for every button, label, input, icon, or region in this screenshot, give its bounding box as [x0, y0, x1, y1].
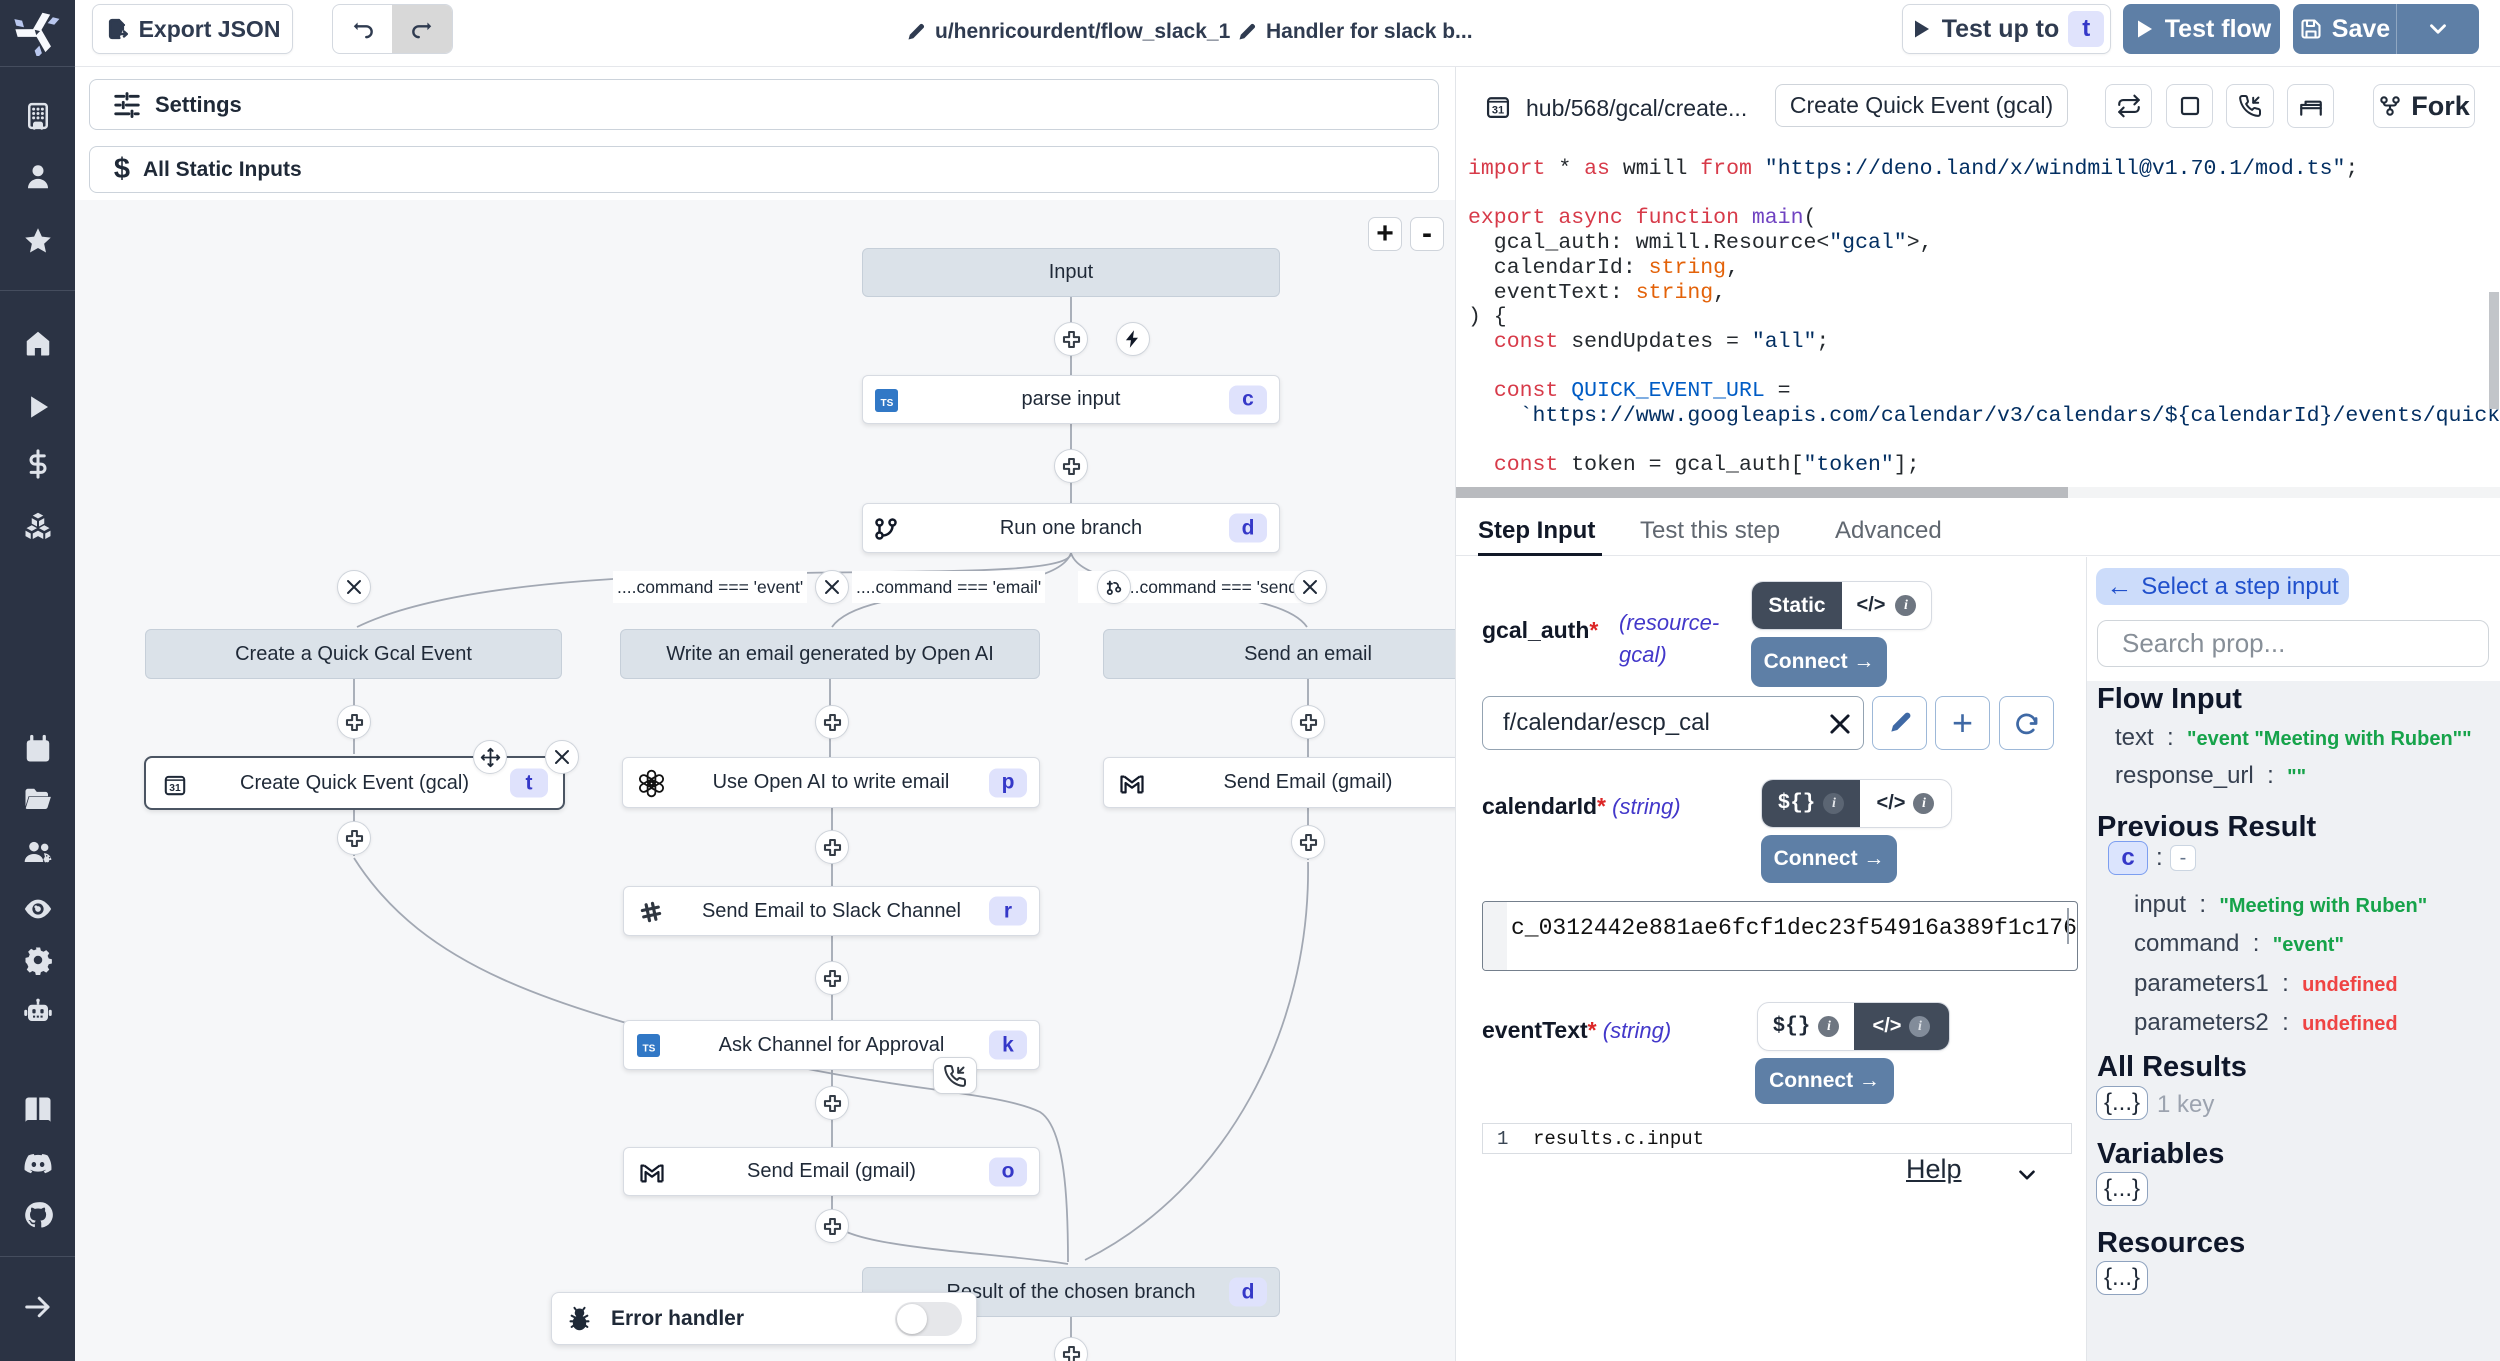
svg-text:TS: TS — [881, 398, 894, 409]
svg-text:31: 31 — [169, 783, 181, 794]
svg-text:31: 31 — [1492, 104, 1504, 116]
svg-text:TS: TS — [643, 1043, 656, 1054]
